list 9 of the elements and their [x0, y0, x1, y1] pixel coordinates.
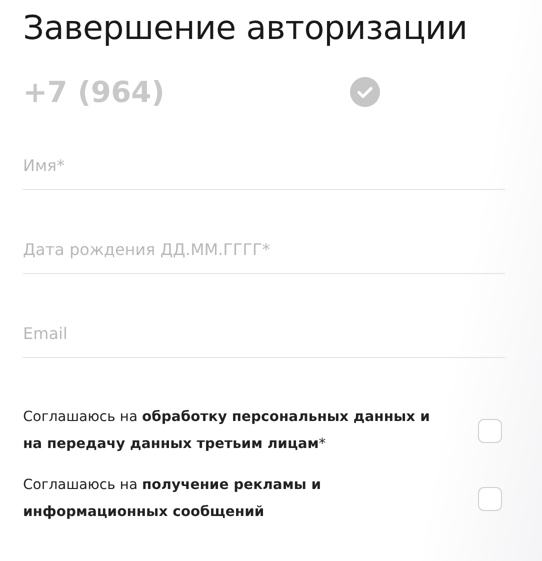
checkbox[interactable]: [478, 419, 502, 443]
check-icon: [349, 76, 381, 108]
consent-text: Соглашаюсь на обработку персональных данных и на передачу данных третьим лицам*: [23, 408, 431, 454]
page-title: Завершение авторизации: [23, 7, 468, 49]
text-field[interactable]: Дата рождения ДД.ММ.ГГГГ*: [23, 240, 505, 274]
consent-text: Соглашаюсь на получение рекламы и информационных сообщений: [23, 476, 322, 522]
text-field[interactable]: Имя*: [23, 156, 505, 190]
checkbox[interactable]: [478, 487, 502, 511]
text-field[interactable]: Email: [23, 324, 505, 358]
